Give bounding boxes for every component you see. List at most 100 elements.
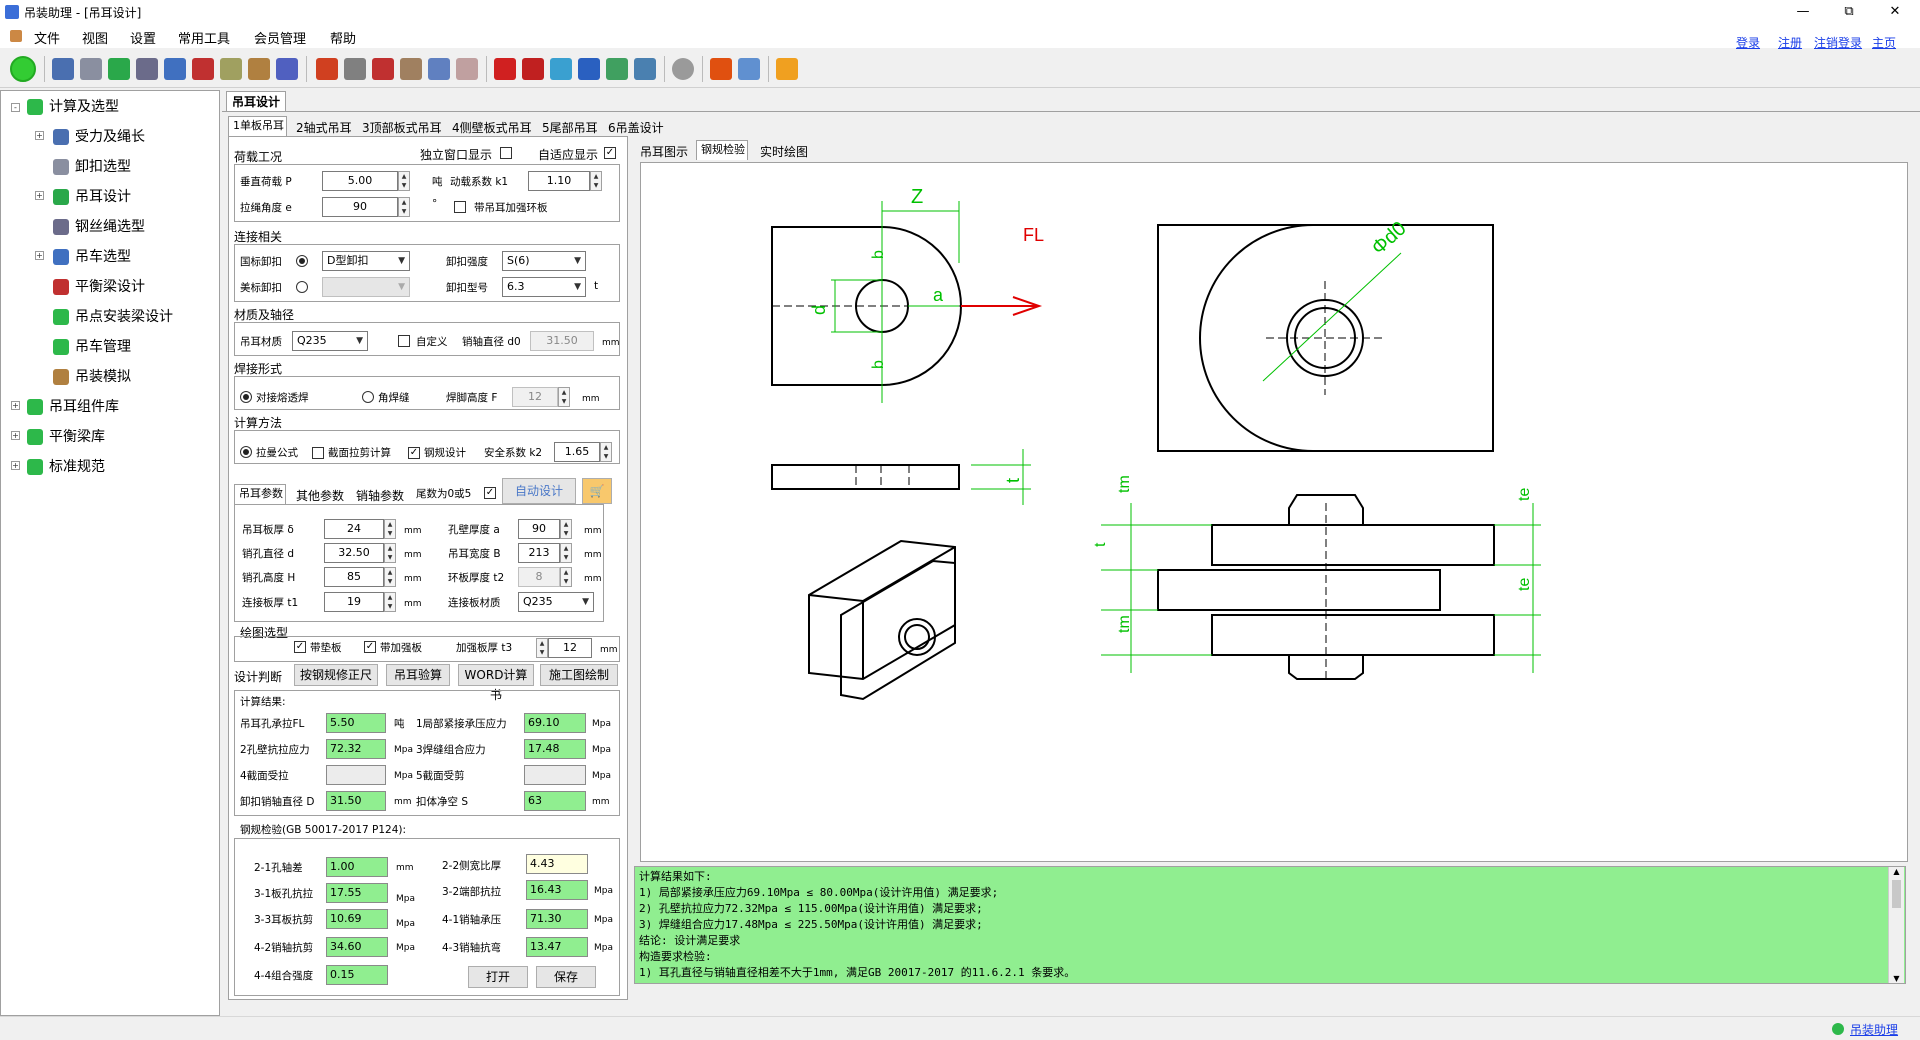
simulate-icon[interactable] [276,58,298,80]
menu-help[interactable]: 帮助 [330,28,356,47]
force-icon[interactable] [52,58,74,80]
tab-top-plate-lug[interactable]: 3顶部板式吊耳 [360,118,444,138]
chart-icon[interactable] [606,58,628,80]
angle-input[interactable]: 90 [322,197,398,217]
independent-checkbox[interactable] [500,147,512,159]
tab-side-plate-lug[interactable]: 4侧壁板式吊耳 [450,118,534,138]
weld-height-input[interactable]: 12 [512,387,558,407]
gb-shackle-select[interactable]: D型卸扣 ▼ [322,251,410,271]
tab-realtime-draw[interactable]: 实时绘图 [758,142,810,162]
draw-icon[interactable] [316,58,338,80]
tree-item-simulate[interactable]: 吊装模拟 [53,365,131,389]
homepage-link[interactable]: 主页 [1872,34,1896,51]
auto-design-button[interactable]: 自动设计 [502,478,576,504]
table-icon[interactable] [634,58,656,80]
open-button[interactable]: 打开 [468,966,528,988]
lug-check-button[interactable]: 吊耳验算 [386,664,450,686]
close-button[interactable]: ✕ [1872,0,1918,24]
butt-weld-radio[interactable] [240,391,252,403]
strength-select[interactable]: S(6) ▼ [502,251,586,271]
app-start-icon[interactable] [10,56,36,82]
rib-thickness-stepper[interactable]: ▲ ▼ [536,638,548,658]
ring-checkbox[interactable] [454,201,466,213]
menu-file[interactable]: 文件 [34,28,60,47]
tree-item-standards[interactable]: 标准规范 [27,455,105,479]
save-button[interactable]: 保存 [536,966,596,988]
safety-stepper[interactable]: ▲ ▼ [600,442,612,462]
tool-icon[interactable] [400,58,422,80]
tab-lug-design[interactable]: 吊耳设计 [226,91,286,111]
conn-thickness-input[interactable]: 19 [324,592,384,612]
vload-input[interactable]: 5.00 [322,171,398,191]
tab-pin-params[interactable]: 销轴参数 [354,486,406,506]
tree-item-crane-manage[interactable]: 吊车管理 [53,335,131,359]
safety-input[interactable]: 1.65 [554,442,600,462]
section-checkbox[interactable] [312,447,324,459]
word-icon[interactable] [578,58,600,80]
ring-thickness-stepper[interactable]: ▲ ▼ [560,567,572,587]
hole-wall-stepper[interactable]: ▲ ▼ [560,519,572,539]
menu-view[interactable]: 视图 [82,28,108,47]
angle-stepper[interactable]: ▲ ▼ [398,197,410,217]
measure-icon[interactable] [428,58,450,80]
ring-thickness-input[interactable]: 8 [518,567,560,587]
pin-height-stepper[interactable]: ▲ ▼ [384,567,396,587]
brush-icon[interactable] [456,58,478,80]
shackle-icon[interactable] [80,58,102,80]
text-icon[interactable] [522,58,544,80]
log-scrollbar[interactable]: ▲ ▼ [1888,867,1904,983]
pin-hole-input[interactable]: 32.50 [324,543,384,563]
cart-icon[interactable] [776,58,798,80]
register-link[interactable]: 注册 [1778,34,1802,51]
menu-settings[interactable]: 设置 [130,28,156,47]
tab-cover-design[interactable]: 6吊盖设计 [606,118,666,138]
word-report-button[interactable]: WORD计算书 [458,664,534,702]
rib-thickness-input[interactable]: 12 [548,638,592,658]
fix-by-steel-button[interactable]: 按钢规修正尺 [294,664,378,686]
crane-manage-icon[interactable] [248,58,270,80]
restore-button[interactable]: ⧉ [1826,0,1872,24]
weld-height-stepper[interactable]: ▲ ▼ [558,387,570,407]
steel-checkbox[interactable]: ✓ [408,447,420,459]
scroll-up-icon[interactable]: ▲ [1889,867,1904,876]
minimize-button[interactable]: — [1780,0,1826,24]
expand-icon[interactable]: + [11,431,20,440]
adaptive-checkbox[interactable]: ✓ [604,147,616,159]
expand-icon[interactable]: + [35,131,44,140]
us-shackle-select[interactable]: ▼ [322,277,410,297]
dyn-input[interactable]: 1.10 [528,171,590,191]
pin-input[interactable]: 31.50 [530,331,594,351]
wire-rope-icon[interactable] [136,58,158,80]
scroll-down-icon[interactable]: ▼ [1889,974,1904,983]
tab-other-params[interactable]: 其他参数 [294,486,346,506]
menu-member[interactable]: 会员管理 [254,28,306,47]
lug-width-stepper[interactable]: ▲ ▼ [560,543,572,563]
tab-lug-diagram[interactable]: 吊耳图示 [638,142,690,162]
wrench-icon[interactable] [710,58,732,80]
calculator-icon[interactable] [344,58,366,80]
pad-checkbox[interactable]: ✓ [294,641,306,653]
tab-steel-check[interactable]: 钢规检验 [696,140,748,160]
plate-thickness-input[interactable]: 24 [324,519,384,539]
crane-icon[interactable] [164,58,186,80]
plate-thickness-stepper[interactable]: ▲ ▼ [384,519,396,539]
custom-checkbox[interactable] [398,335,410,347]
status-link[interactable]: 吊装助理 [1850,1021,1898,1038]
beam-icon[interactable] [192,58,214,80]
pdf-icon[interactable] [494,58,516,80]
fillet-weld-radio[interactable] [362,391,374,403]
tree-item-rope[interactable]: 钢丝绳选型 [53,215,145,239]
tail-checkbox[interactable]: ✓ [484,487,496,499]
tab-tail-lug[interactable]: 5尾部吊耳 [540,118,600,138]
logout-link[interactable]: 注销登录 [1814,34,1862,51]
conn-thickness-stepper[interactable]: ▲ ▼ [384,592,396,612]
tab-axial-lug[interactable]: 2轴式吊耳 [294,118,354,138]
expand-icon[interactable]: + [35,251,44,260]
rib-checkbox[interactable]: ✓ [364,641,376,653]
tree-item-calc[interactable]: 计算及选型 [27,95,119,119]
dyn-stepper[interactable]: ▲ ▼ [590,171,602,191]
formula-radio[interactable] [240,446,252,458]
tree-item-force[interactable]: 受力及绳长 [53,125,145,149]
login-link[interactable]: 登录 [1736,34,1760,51]
model-select[interactable]: 6.3 ▼ [502,277,586,297]
